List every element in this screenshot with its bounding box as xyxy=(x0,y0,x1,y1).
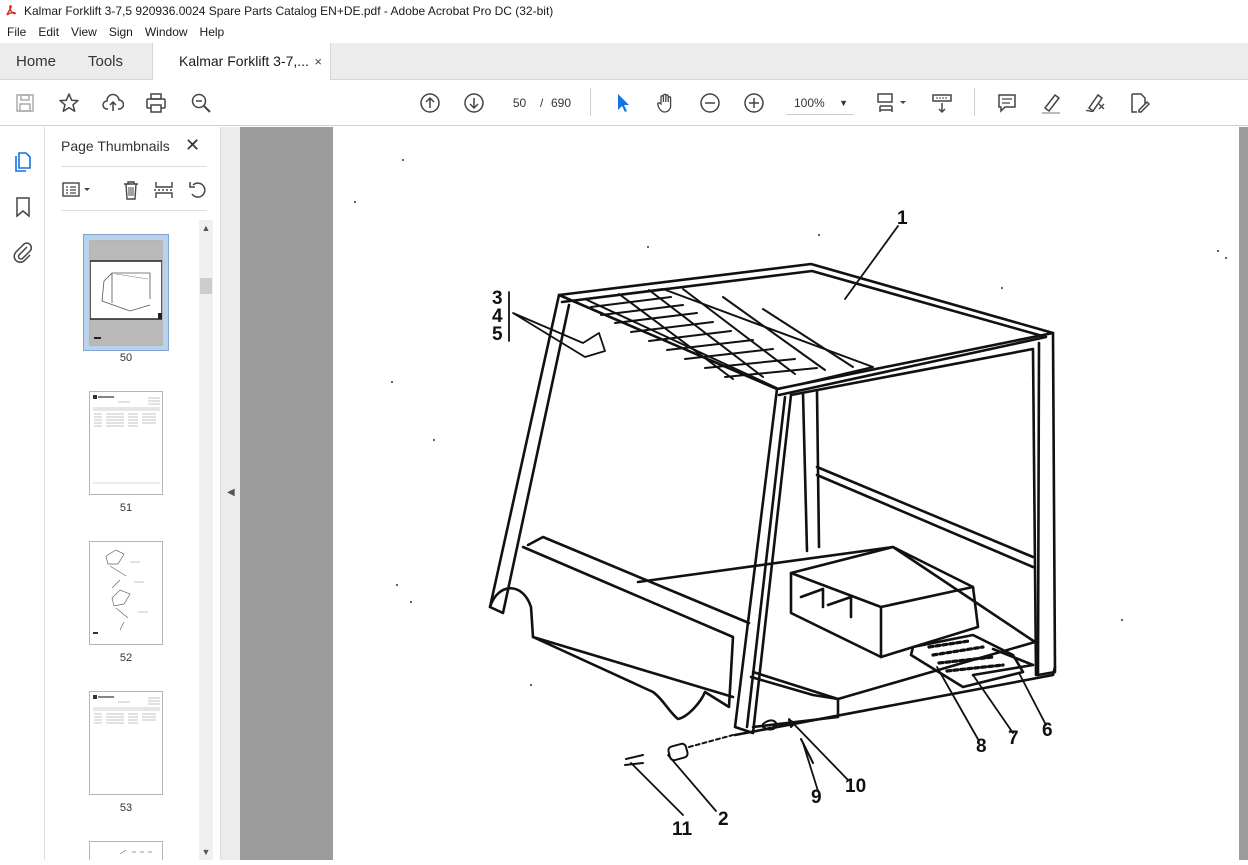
panel-close-icon[interactable]: ✕ xyxy=(185,135,200,156)
tab-document-label: Kalmar Forklift 3-7,... xyxy=(179,53,309,69)
thumbnail-page-50[interactable] xyxy=(89,240,163,346)
scroll-down-icon[interactable]: ▼ xyxy=(201,847,211,857)
menu-help[interactable]: Help xyxy=(194,22,231,43)
thumbnail-preview xyxy=(93,395,160,484)
page-fit-icon[interactable] xyxy=(876,91,910,115)
highlight-pen-icon[interactable] xyxy=(1039,91,1063,115)
thumbnail-preview xyxy=(119,849,152,855)
acrobat-icon xyxy=(4,4,18,18)
menu-edit[interactable]: Edit xyxy=(32,22,65,43)
callout-10: 10 xyxy=(845,776,866,797)
zoom-select[interactable]: 100% ▼ xyxy=(786,91,854,115)
tab-document[interactable]: Kalmar Forklift 3-7,... × xyxy=(152,43,331,80)
navigation-rail xyxy=(0,127,45,860)
callout-1: 1 xyxy=(897,208,908,229)
zoom-value: 100% xyxy=(794,96,825,110)
page-number-input[interactable]: 50 xyxy=(503,91,536,115)
zoom-out-icon[interactable] xyxy=(698,91,722,115)
upload-cloud-icon[interactable] xyxy=(101,91,125,115)
callout-5: 5 xyxy=(492,324,503,345)
pdf-page: 1 2 3 4 5 6 7 8 9 10 11 xyxy=(333,127,1239,860)
thumbnail-page-53[interactable] xyxy=(89,691,163,795)
tab-tools[interactable]: Tools xyxy=(88,43,123,80)
bookmarks-icon[interactable] xyxy=(11,195,35,219)
attachments-icon[interactable] xyxy=(11,240,35,264)
toolbar-separator xyxy=(590,88,591,116)
zoom-in-icon[interactable] xyxy=(742,91,766,115)
callout-6: 6 xyxy=(1042,720,1053,741)
thumbnail-label: 53 xyxy=(119,802,133,814)
thumbnail-preview xyxy=(89,241,163,345)
scroll-mode-icon[interactable] xyxy=(930,91,954,115)
hand-tool-icon[interactable] xyxy=(654,91,678,115)
extract-page-icon[interactable] xyxy=(153,179,175,201)
next-page-icon[interactable] xyxy=(462,91,486,115)
page-separator: / xyxy=(540,96,544,110)
scroll-thumb[interactable] xyxy=(200,278,212,294)
menu-file[interactable]: File xyxy=(0,22,32,43)
previous-page-icon[interactable] xyxy=(418,91,442,115)
callout-11: 11 xyxy=(672,819,693,840)
panel-collapse-handle[interactable]: ◀ xyxy=(221,127,240,860)
menu-bar: File Edit View Sign Window Help xyxy=(0,22,1248,43)
delete-page-icon[interactable] xyxy=(120,179,142,201)
callout-2: 2 xyxy=(718,809,729,830)
toolbar xyxy=(0,80,1248,126)
menu-view[interactable]: View xyxy=(65,22,103,43)
print-icon[interactable] xyxy=(144,91,168,115)
document-viewer: 1 2 3 4 5 6 7 8 9 10 11 xyxy=(240,127,1248,860)
divider xyxy=(61,166,207,167)
save-icon[interactable] xyxy=(13,91,37,115)
chevron-down-icon: ▼ xyxy=(839,98,848,108)
thumbnail-page-51[interactable] xyxy=(89,391,163,495)
zoom-search-icon[interactable] xyxy=(189,91,213,115)
toolbar-separator xyxy=(974,88,975,116)
menu-window[interactable]: Window xyxy=(139,22,194,43)
panel-title: Page Thumbnails xyxy=(61,138,170,154)
window-title: Kalmar Forklift 3-7,5 920936.0024 Spare … xyxy=(24,4,554,18)
page-total: 690 xyxy=(551,96,572,110)
thumbnail-preview xyxy=(93,695,160,724)
callout-8: 8 xyxy=(976,736,987,757)
thumbnail-label: 50 xyxy=(119,352,133,364)
scroll-up-icon[interactable]: ▲ xyxy=(201,223,211,233)
chevron-left-icon: ◀ xyxy=(227,487,235,498)
thumbnail-preview xyxy=(93,549,148,634)
thumbnail-label: 51 xyxy=(119,502,133,514)
thumbnail-page-54[interactable] xyxy=(89,841,163,860)
thumbnail-scrollbar[interactable]: ▲ ▼ xyxy=(199,220,213,860)
edit-pdf-icon[interactable] xyxy=(1127,91,1151,115)
tab-home[interactable]: Home xyxy=(16,43,56,80)
parts-drawing: 1 2 3 4 5 6 7 8 9 10 11 xyxy=(354,159,1227,840)
page-thumbnails-icon[interactable] xyxy=(11,149,35,173)
draw-sign-icon[interactable] xyxy=(1083,91,1107,115)
thumbnail-options-icon[interactable] xyxy=(61,179,95,201)
thumbnail-page-52[interactable] xyxy=(89,541,163,645)
callout-9: 9 xyxy=(811,787,822,808)
star-icon[interactable] xyxy=(57,91,81,115)
title-bar: Kalmar Forklift 3-7,5 920936.0024 Spare … xyxy=(0,0,1248,22)
tab-bar: Home Tools Kalmar Forklift 3-7,... × xyxy=(0,43,1248,80)
menu-sign[interactable]: Sign xyxy=(103,22,139,43)
tab-close-icon[interactable]: × xyxy=(314,43,322,80)
divider xyxy=(61,210,207,211)
callout-7: 7 xyxy=(1008,728,1019,749)
thumbnail-label: 52 xyxy=(119,652,133,664)
rotate-page-icon[interactable] xyxy=(187,179,209,201)
comment-icon[interactable] xyxy=(995,91,1019,115)
select-cursor-icon[interactable] xyxy=(610,91,634,115)
